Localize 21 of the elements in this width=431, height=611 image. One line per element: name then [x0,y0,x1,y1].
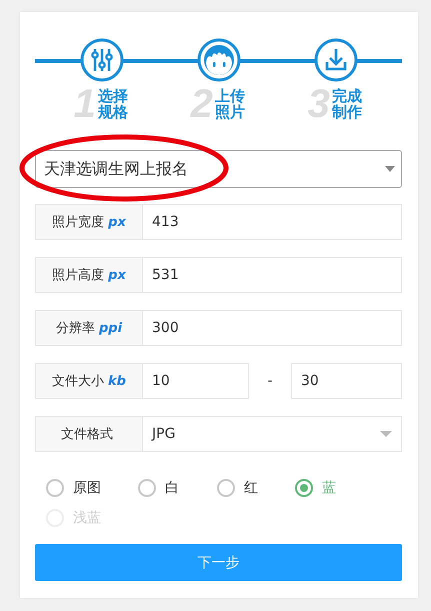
color-option[interactable]: 红 [217,479,258,497]
input-field[interactable]: 531 [143,257,402,293]
field-label: 照片宽度 px [35,204,143,240]
step-label: 选择规格 [98,88,129,120]
field-label: 照片高度 px [35,257,143,293]
input-field[interactable]: 10 [143,363,249,399]
step-label: 上传照片 [214,88,246,120]
color-option[interactable]: 白 [138,479,179,497]
field-label: 文件格式 [35,416,143,452]
preset-dropdown[interactable]: 天津选调生网上报名 [35,150,402,188]
format-dropdown[interactable]: JPG [143,416,402,452]
caret-icon [380,431,392,437]
field-label: 文件大小 kb [35,363,143,399]
input-field[interactable]: 413 [143,204,402,240]
caret-icon [385,166,395,172]
field-label: 分辨率 ppi [35,310,143,346]
input-field[interactable]: 30 [291,363,402,399]
range-separator: - [267,373,273,389]
color-option[interactable]: 原图 [46,479,101,497]
input-field[interactable]: 300 [143,310,402,346]
step-label: 完成制作 [332,88,363,120]
